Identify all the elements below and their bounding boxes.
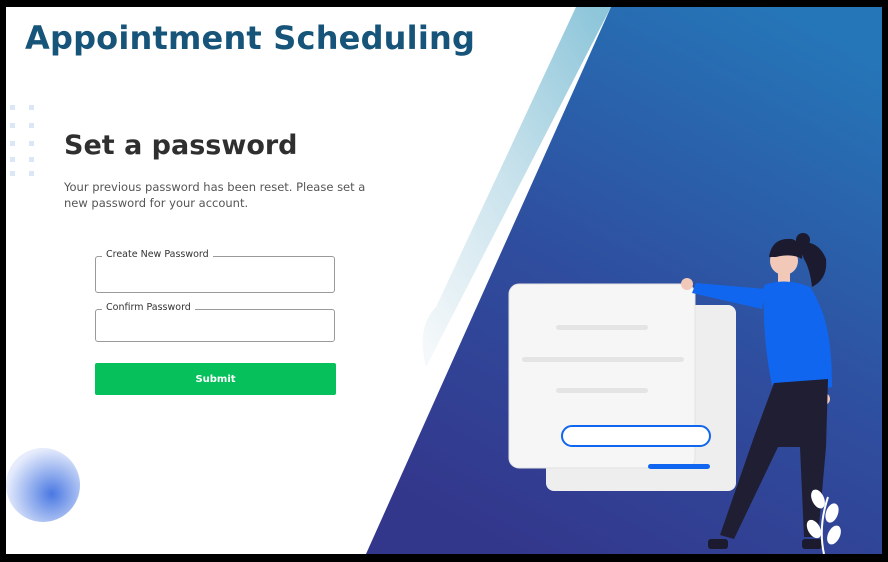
page-description: Your previous password has been reset. P… [64,180,366,210]
password-card-illustration [508,283,736,491]
confirm-password-label: Confirm Password [102,302,195,313]
app-title: Appointment Scheduling [25,19,476,57]
new-password-input[interactable] [96,257,334,292]
confirm-password-field: Confirm Password [95,302,335,342]
bubble-decoration [6,448,80,522]
submit-button[interactable]: Submit [95,363,336,395]
app-window: Appointment Scheduling Set a password Yo… [6,7,882,554]
page-heading: Set a password [64,130,298,161]
confirm-password-input[interactable] [96,310,334,341]
new-password-label: Create New Password [102,249,213,260]
new-password-field: Create New Password [95,249,335,293]
dot-grid-decoration [10,105,34,176]
